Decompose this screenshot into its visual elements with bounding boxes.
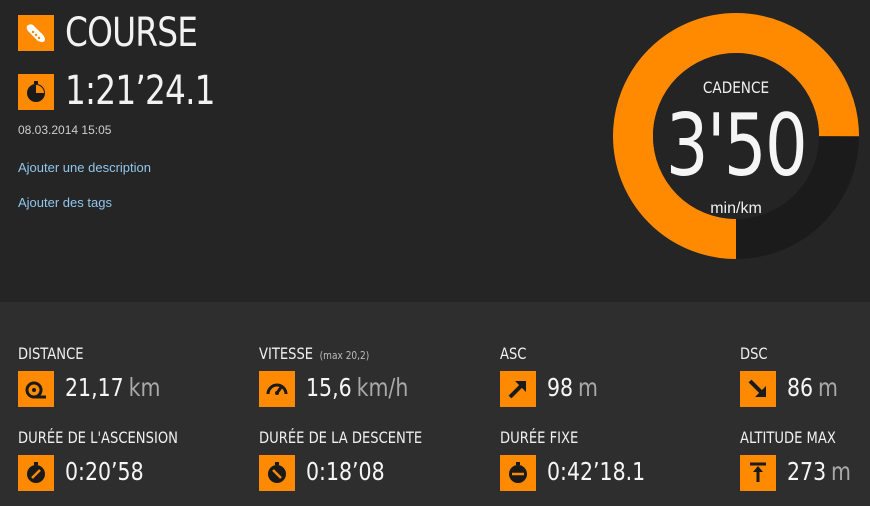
flat-time-label: DURÉE FIXE bbox=[500, 428, 579, 447]
add-tags-link[interactable]: Ajouter des tags bbox=[18, 195, 112, 210]
arrow-up-right-icon bbox=[500, 371, 536, 407]
flat-time-value: 0:42’18.1 bbox=[547, 457, 646, 486]
asc-value: 98 m bbox=[547, 373, 598, 402]
speed-number: 15,6 bbox=[306, 373, 352, 402]
stopwatch-icon bbox=[18, 74, 54, 110]
dsc-unit: m bbox=[818, 373, 838, 402]
dsc-label: DSC bbox=[740, 344, 768, 363]
dsc-number: 86 bbox=[787, 373, 814, 402]
add-description-link[interactable]: Ajouter une description bbox=[18, 160, 151, 175]
asc-number: 98 bbox=[547, 373, 574, 402]
desc-time-label: DURÉE DE LA DESCENTE bbox=[259, 428, 423, 447]
alt-max-label: ALTITUDE MAX bbox=[740, 428, 836, 447]
asc-time-value: 0:20’58 bbox=[65, 457, 144, 486]
alt-max-number: 273 bbox=[787, 457, 827, 486]
asc-label: ASC bbox=[500, 344, 527, 363]
speedometer-icon bbox=[259, 371, 295, 407]
alt-max-unit: m bbox=[831, 457, 852, 486]
arrow-down-right-icon bbox=[740, 371, 776, 407]
speed-max: (max 20,2) bbox=[319, 349, 370, 362]
speed-label: VITESSE (max 20,2) bbox=[259, 344, 369, 363]
running-shoe-icon bbox=[18, 15, 54, 51]
activity-date: 08.03.2014 15:05 bbox=[18, 123, 112, 137]
asc-unit: m bbox=[578, 373, 598, 402]
gauge-unit: min/km bbox=[710, 200, 762, 217]
alt-max-value: 273 m bbox=[787, 457, 851, 486]
speed-unit: km/h bbox=[356, 373, 409, 402]
asc-time-label: DURÉE DE L'ASCENSION bbox=[18, 428, 178, 447]
altitude-icon bbox=[740, 455, 776, 491]
speed-value: 15,6 km/h bbox=[306, 373, 408, 402]
gauge-value: 3'50 bbox=[665, 96, 808, 196]
distance-icon bbox=[18, 371, 54, 407]
gauge-label: CADENCE bbox=[702, 78, 770, 97]
total-duration: 1:21’24.1 bbox=[65, 68, 216, 114]
stopwatch-up-icon bbox=[18, 455, 54, 491]
speed-label-text: VITESSE bbox=[259, 344, 314, 363]
distance-unit: km bbox=[128, 373, 161, 402]
distance-label: DISTANCE bbox=[18, 344, 84, 363]
stopwatch-down-icon bbox=[259, 455, 295, 491]
distance-value: 21,17 km bbox=[65, 373, 160, 402]
distance-number: 21,17 bbox=[65, 373, 124, 402]
sport-title: COURSE bbox=[65, 10, 198, 56]
stopwatch-flat-icon bbox=[500, 455, 536, 491]
desc-time-value: 0:18’08 bbox=[306, 457, 385, 486]
dsc-value: 86 m bbox=[787, 373, 838, 402]
